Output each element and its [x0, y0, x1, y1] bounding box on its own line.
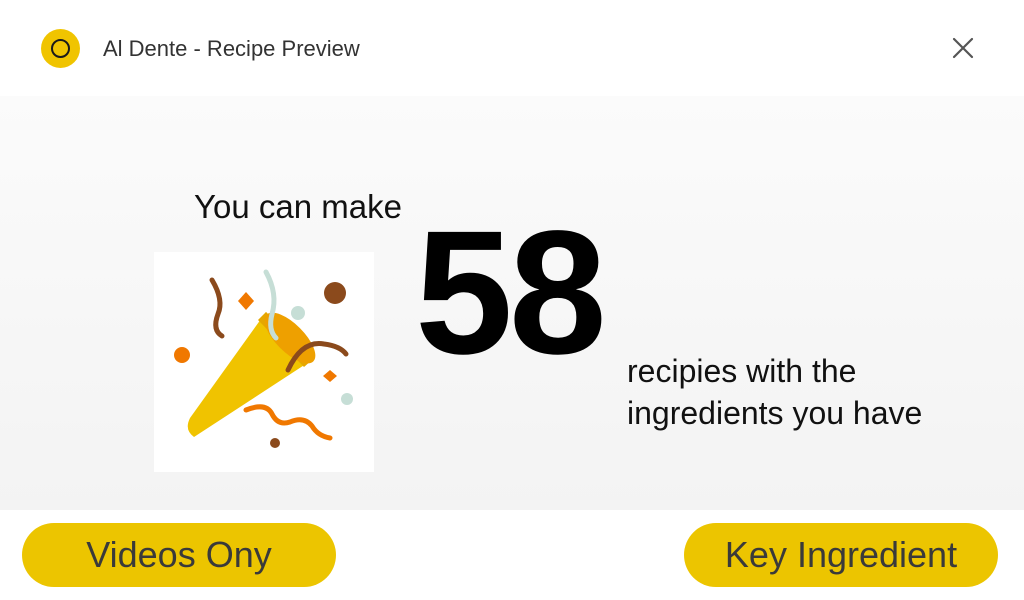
- close-icon[interactable]: [946, 31, 980, 65]
- recipe-count: 58: [415, 195, 607, 391]
- caption-line-2: ingredients you have: [627, 395, 923, 431]
- window-title: Al Dente - Recipe Preview: [103, 36, 360, 61]
- key-ingredient-button[interactable]: Key Ingredient: [684, 523, 998, 587]
- app-logo-icon: [41, 29, 80, 68]
- title-bar: Al Dente - Recipe Preview: [0, 0, 1024, 96]
- recipe-count-caption: recipies with the ingredients you have: [627, 350, 922, 434]
- caption-line-1: recipies with the: [627, 353, 857, 389]
- videos-only-button[interactable]: Videos Ony: [22, 523, 336, 587]
- party-popper-icon: [154, 252, 374, 472]
- intro-text: You can make: [194, 188, 402, 225]
